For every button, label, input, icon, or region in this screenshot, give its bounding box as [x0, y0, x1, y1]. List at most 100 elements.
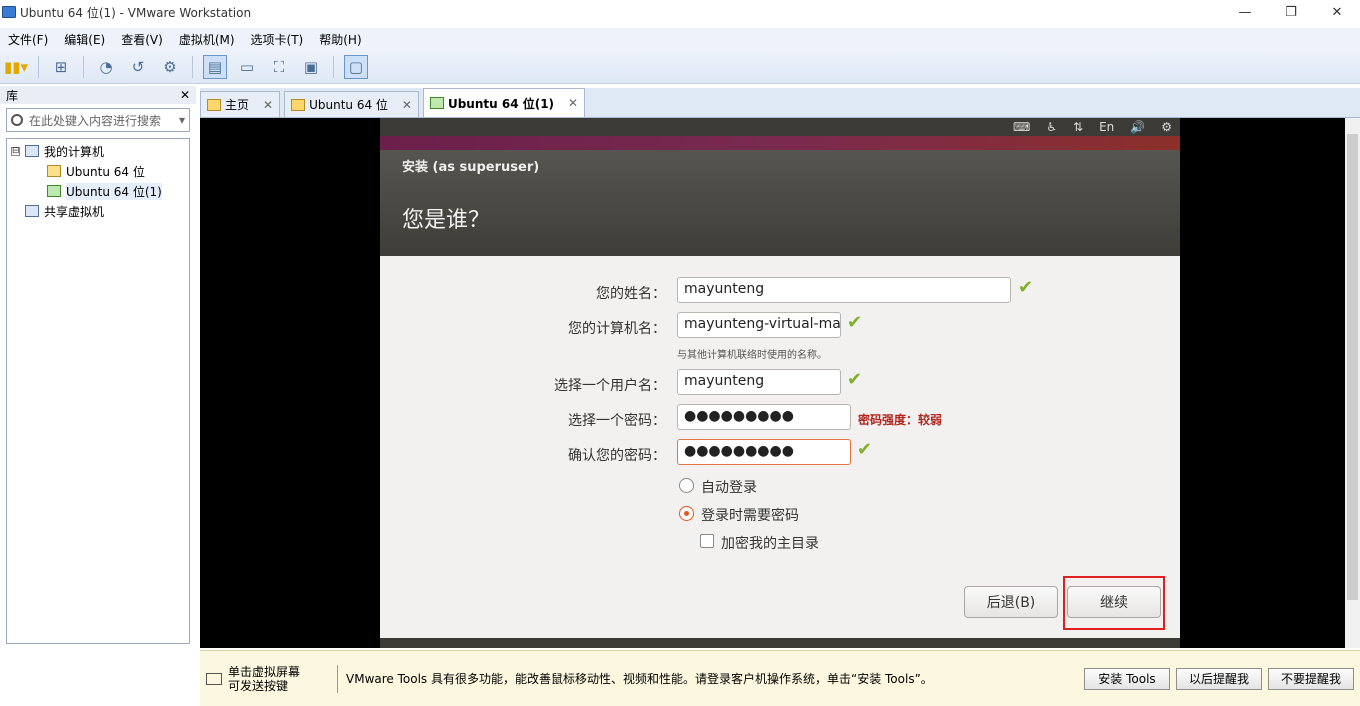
computer-name-hint: 与其他计算机联络时使用的名称。: [677, 350, 827, 361]
computer-name-label: 您的计算机名：: [568, 321, 666, 337]
tools-message: VMware Tools 具有很多功能，能改善鼠标移动性、视频和性能。请登录客户…: [346, 672, 933, 686]
toolbar-separator: [192, 55, 193, 78]
network-icon[interactable]: ⊞: [49, 55, 73, 79]
library-header: 库 ✕: [0, 86, 196, 104]
tab-close-icon[interactable]: ✕: [402, 98, 412, 112]
tree-label: 共享虚拟机: [44, 204, 105, 219]
send-keys-hint-line1: 单击虚拟屏幕: [228, 664, 301, 679]
toolbar: ▮▮▾ ⊞ ◔ ↺ ⚙ ▤ ▭ ⛶ ▣ ▢: [0, 50, 1360, 84]
keyboard-icon[interactable]: ⌨: [1013, 120, 1030, 134]
library-panel: 库 ✕ 在此处键入内容进行搜索 ▾ ⊟ 我的计算机 Ubuntu 64 位 Ub…: [0, 86, 196, 706]
menu-tabs[interactable]: 选项卡(T): [243, 31, 312, 48]
console-view-icon[interactable]: ▢: [344, 54, 368, 79]
computer-name-field[interactable]: mayunteng-virtual-ma: [677, 312, 841, 338]
tab-close-icon[interactable]: ✕: [263, 98, 273, 112]
require-password-label[interactable]: 登录时需要密码: [701, 505, 799, 525]
vm-icon: [47, 165, 61, 177]
snapshot-manager-icon[interactable]: ⚙: [158, 55, 182, 79]
tab-close-icon[interactable]: ✕: [568, 96, 578, 110]
language-indicator[interactable]: En: [1099, 120, 1114, 134]
settings-gear-icon[interactable]: ⚙: [1161, 120, 1172, 134]
username-label: 选择一个用户名：: [554, 378, 666, 394]
library-title: 库: [6, 88, 19, 103]
tree-item-vm1[interactable]: Ubuntu 64 位: [11, 161, 185, 181]
vmware-app-icon: [2, 6, 16, 18]
tab-ubuntu-1[interactable]: Ubuntu 64 位(1) ✕: [422, 88, 586, 117]
restore-button[interactable]: ❐: [1268, 0, 1314, 24]
name-label: 您的姓名：: [596, 286, 666, 302]
toolbar-separator: [83, 55, 84, 78]
menu-file[interactable]: 文件(F): [0, 31, 56, 48]
accessibility-icon[interactable]: ♿: [1046, 120, 1057, 134]
ubuntu-top-panel: ⌨ ♿ ⇅ En 🔊 ⚙: [380, 118, 1180, 136]
tab-label: 主页: [225, 98, 250, 112]
check-icon: ✔: [1018, 277, 1034, 298]
shared-vm-icon: [25, 205, 39, 217]
menu-vm[interactable]: 虚拟机(M): [171, 31, 243, 48]
search-placeholder: 在此处键入内容进行搜索: [29, 113, 162, 128]
vertical-scrollbar[interactable]: [1345, 118, 1360, 648]
library-search-input[interactable]: 在此处键入内容进行搜索 ▾: [6, 108, 190, 132]
require-password-radio[interactable]: [679, 506, 694, 521]
unity-icon[interactable]: ▣: [299, 55, 323, 79]
check-icon: ✔: [847, 369, 863, 390]
confirm-password-label: 确认您的密码：: [568, 448, 666, 464]
computer-icon: [25, 145, 39, 157]
volume-icon[interactable]: 🔊: [1130, 120, 1145, 134]
menu-view[interactable]: 查看(V): [113, 31, 171, 48]
chevron-down-icon[interactable]: ▾: [179, 113, 185, 127]
never-remind-button[interactable]: 不要提醒我: [1268, 667, 1354, 690]
close-window-button[interactable]: ✕: [1314, 0, 1360, 24]
thumbnail-bar-icon[interactable]: ▭: [235, 55, 259, 79]
send-keys-hint: 单击虚拟屏幕 可发送按键: [228, 664, 338, 693]
tree-item-my-computer[interactable]: ⊟ 我的计算机: [11, 141, 185, 161]
tab-label: Ubuntu 64 位: [309, 98, 388, 112]
menu-help[interactable]: 帮助(H): [311, 31, 369, 48]
fullscreen-icon[interactable]: ⛶: [267, 55, 291, 79]
auto-login-label[interactable]: 自动登录: [701, 477, 757, 497]
menu-bar: 文件(F) 编辑(E) 查看(V) 虚拟机(M) 选项卡(T) 帮助(H): [0, 28, 1360, 50]
tab-home[interactable]: 主页 ✕: [200, 91, 281, 117]
menu-edit[interactable]: 编辑(E): [56, 31, 113, 48]
show-library-icon[interactable]: ▤: [203, 54, 227, 79]
minimize-button[interactable]: —: [1222, 0, 1268, 24]
password-label: 选择一个密码：: [568, 413, 666, 429]
back-button[interactable]: 后退(B): [964, 586, 1058, 618]
tab-label: Ubuntu 64 位(1): [447, 96, 555, 111]
snapshot-icon[interactable]: ◔: [94, 55, 118, 79]
vm-console[interactable]: ⌨ ♿ ⇅ En 🔊 ⚙ 安装 (as superuser) 您是谁？ 您的姓名…: [200, 118, 1345, 648]
scrollbar-thumb[interactable]: [1347, 134, 1358, 600]
keyboard-icon: [206, 672, 222, 685]
encrypt-home-label[interactable]: 加密我的主目录: [721, 533, 819, 553]
notification-bar: 单击虚拟屏幕 可发送按键 VMware Tools 具有很多功能，能改善鼠标移动…: [200, 650, 1360, 706]
library-close-icon[interactable]: ✕: [180, 88, 190, 102]
toolbar-separator: [38, 55, 39, 78]
collapse-icon[interactable]: ⊟: [11, 146, 20, 156]
tree-label: 我的计算机: [44, 144, 105, 159]
installer-window-title: 安装 (as superuser): [402, 160, 540, 175]
highlight-annotation: [1063, 576, 1165, 630]
tree-item-vm2[interactable]: Ubuntu 64 位(1): [11, 181, 185, 201]
auto-login-radio[interactable]: [679, 478, 694, 493]
confirm-password-field[interactable]: ●●●●●●●●●: [677, 439, 851, 465]
page-title: 您是谁？: [402, 208, 491, 233]
username-field[interactable]: mayunteng: [677, 369, 841, 395]
window-title: Ubuntu 64 位(1) - VMware Workstation: [20, 5, 252, 20]
password-field[interactable]: ●●●●●●●●●: [677, 404, 851, 430]
tab-ubuntu[interactable]: Ubuntu 64 位 ✕: [284, 91, 419, 117]
search-icon: [11, 114, 23, 126]
name-field[interactable]: mayunteng: [677, 277, 1011, 303]
library-tree: ⊟ 我的计算机 Ubuntu 64 位 Ubuntu 64 位(1) 共享虚拟机: [6, 138, 190, 644]
user-form: 您的姓名： mayunteng ✔ 您的计算机名： mayunteng-virt…: [380, 256, 1180, 638]
encrypt-home-checkbox[interactable]: [700, 534, 714, 548]
remind-later-button[interactable]: 以后提醒我: [1176, 667, 1262, 690]
decorative-stripe: [380, 136, 1180, 150]
tree-label: Ubuntu 64 位(1): [66, 182, 162, 200]
vm-running-icon: [429, 97, 444, 109]
title-bar: Ubuntu 64 位(1) - VMware Workstation — ❐ …: [0, 0, 1360, 24]
network-arrows-icon[interactable]: ⇅: [1073, 120, 1083, 134]
revert-snapshot-icon[interactable]: ↺: [126, 55, 150, 79]
tree-item-shared[interactable]: 共享虚拟机: [11, 201, 185, 221]
install-tools-button[interactable]: 安装 Tools: [1084, 667, 1170, 690]
power-pause-icon[interactable]: ▮▮▾: [4, 55, 28, 79]
